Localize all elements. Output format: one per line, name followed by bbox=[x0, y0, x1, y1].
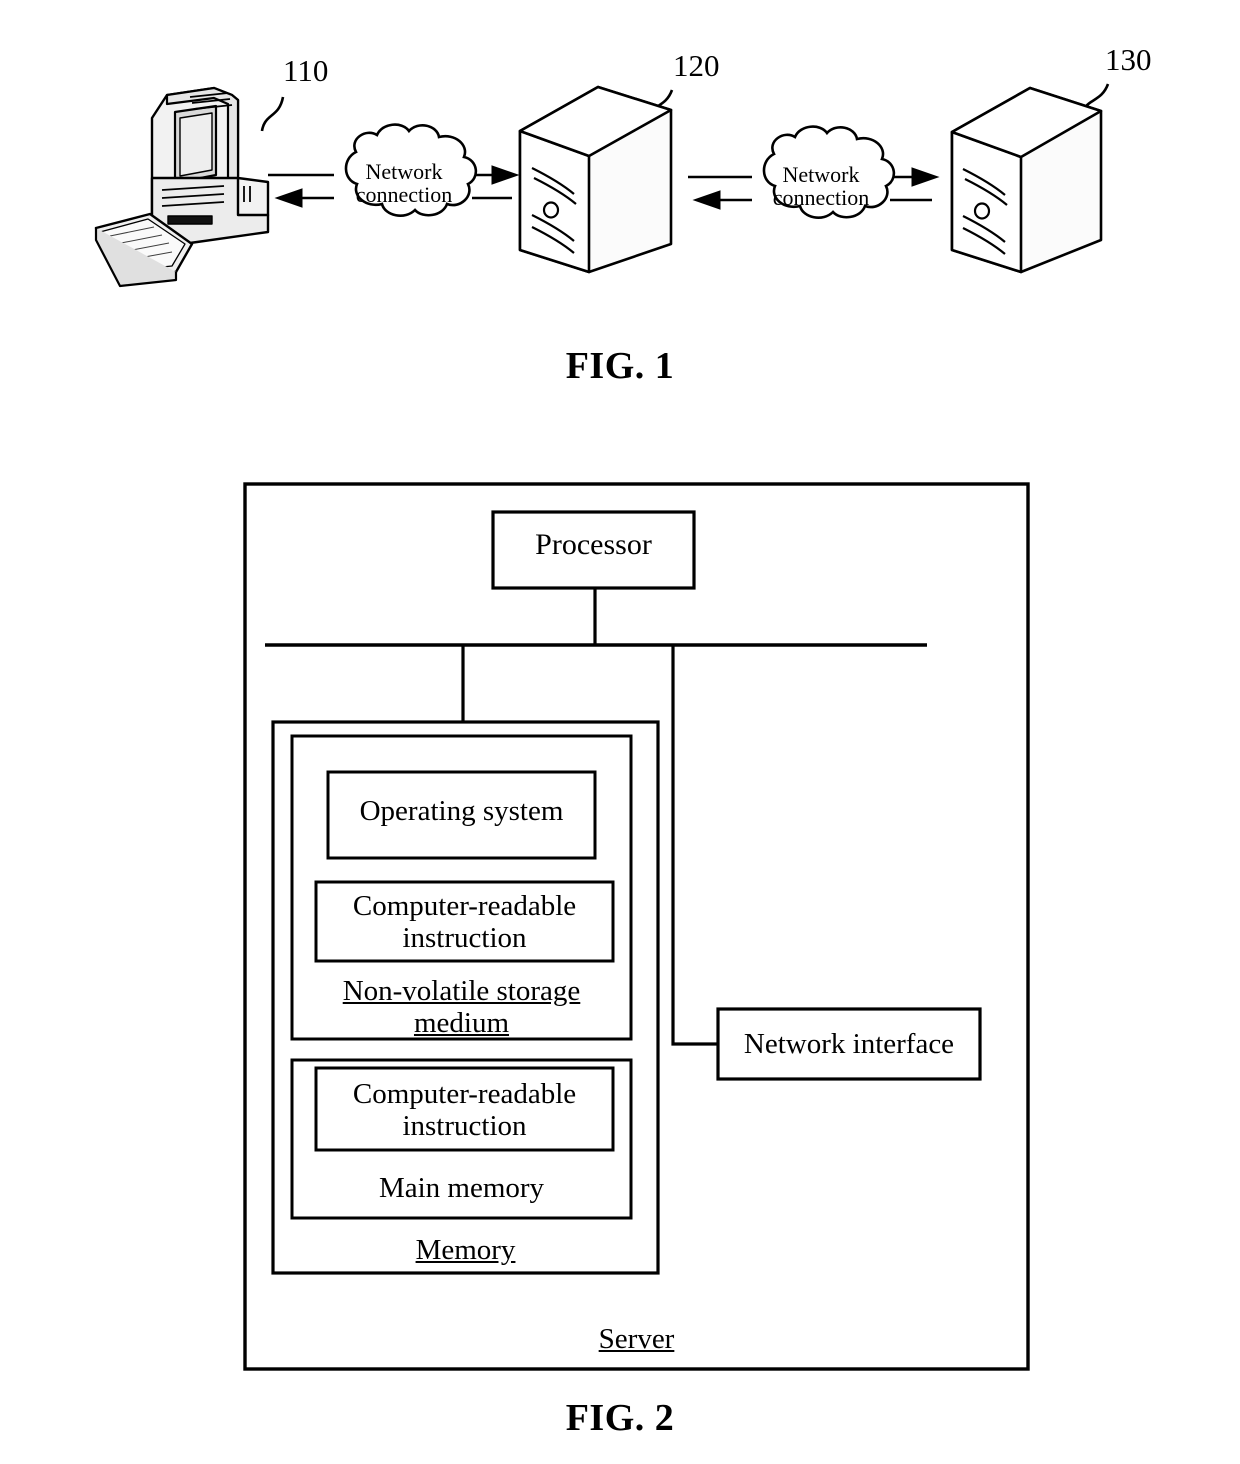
computer-readable-instruction-nvs-label: Computer-readable instruction bbox=[316, 890, 613, 955]
network-interface-label: Network interface bbox=[743, 1028, 955, 1060]
main-memory-label: Main memory bbox=[378, 1172, 545, 1204]
cri-nvs-line1: Computer-readable bbox=[352, 890, 577, 922]
cri-nvs-line2: instruction bbox=[402, 922, 527, 955]
figure-2-caption: FIG. 2 bbox=[565, 1397, 675, 1439]
non-volatile-storage-medium-label: Non-volatile storage medium bbox=[292, 975, 631, 1040]
nvs-line2: medium bbox=[413, 1007, 510, 1040]
nvs-line1: Non-volatile storage bbox=[342, 975, 581, 1007]
patent-figure-sheet: 110 120 130 Network connection Network c… bbox=[0, 0, 1240, 1464]
memory-label: Memory bbox=[415, 1234, 516, 1266]
processor-label: Processor bbox=[535, 528, 652, 561]
computer-readable-instruction-main-label: Computer-readable instruction bbox=[316, 1078, 613, 1143]
cri-main-line2: instruction bbox=[402, 1110, 527, 1143]
cri-main-line1: Computer-readable bbox=[352, 1078, 577, 1110]
operating-system-label: Operating system bbox=[359, 795, 564, 827]
server-label: Server bbox=[598, 1323, 675, 1355]
